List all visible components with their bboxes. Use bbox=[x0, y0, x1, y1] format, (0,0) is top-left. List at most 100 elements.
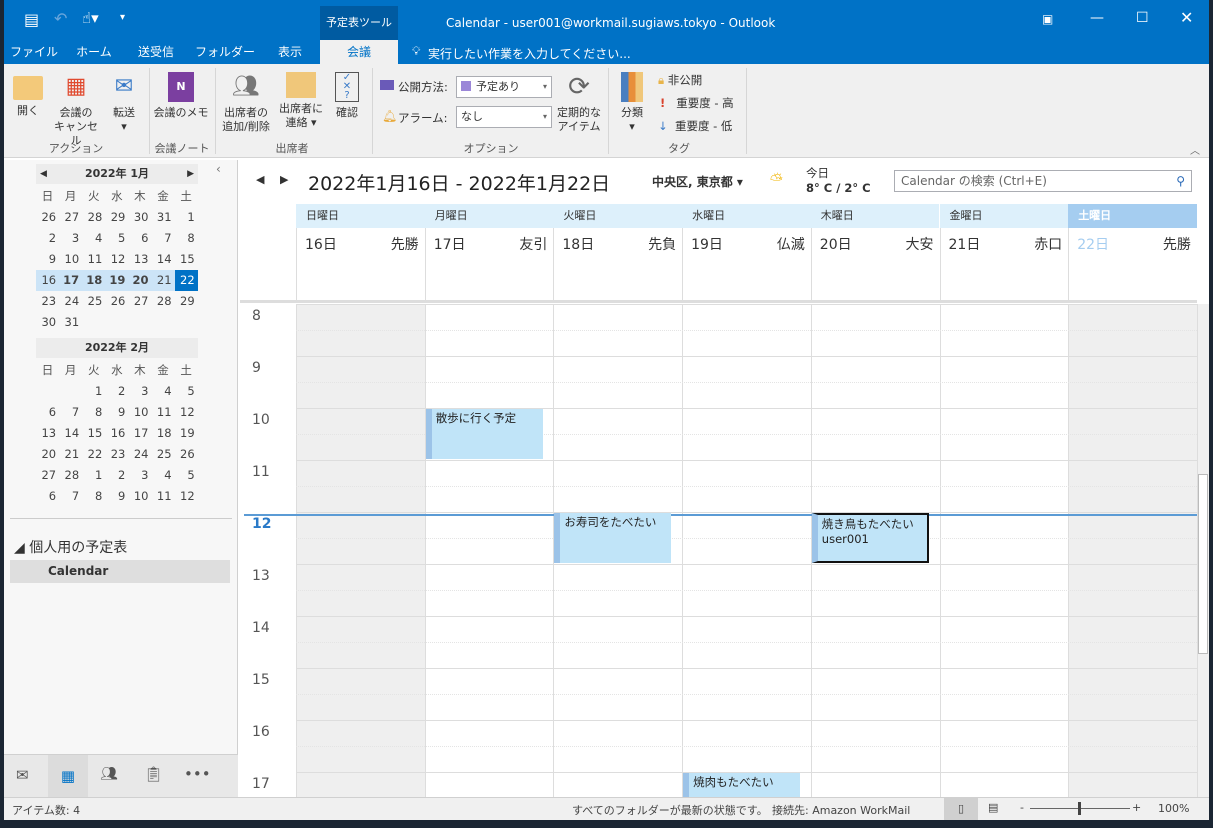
mini-calendar-day[interactable]: 1 bbox=[82, 381, 105, 402]
reading-view-icon[interactable]: ▤ bbox=[988, 801, 998, 814]
mini-calendar-day[interactable]: 26 bbox=[175, 444, 198, 465]
next-week-button[interactable]: ▶ bbox=[280, 173, 288, 186]
scrollbar-thumb[interactable] bbox=[1198, 474, 1208, 654]
mini-calendar-day[interactable]: 18 bbox=[151, 423, 174, 444]
mail-icon[interactable]: ✉ bbox=[16, 766, 29, 784]
mini-calendar-day[interactable]: 15 bbox=[82, 423, 105, 444]
mini-calendar-day[interactable]: 30 bbox=[36, 312, 59, 333]
mini-calendar-day[interactable]: 4 bbox=[151, 465, 174, 486]
check-names-button[interactable]: ✓ ✕? 確認 bbox=[330, 72, 364, 120]
tab-send-receive[interactable]: 送受信 bbox=[126, 40, 186, 64]
low-importance-button[interactable]: ↓ 重要度 - 低 bbox=[658, 118, 732, 134]
forward-button[interactable]: ✉ 転送 ▾ bbox=[106, 72, 142, 134]
mini-calendar-day[interactable]: 5 bbox=[175, 465, 198, 486]
mini-calendar-day[interactable]: 8 bbox=[82, 486, 105, 507]
mini-calendar-day[interactable]: 9 bbox=[105, 486, 128, 507]
undo-icon[interactable]: ↶ bbox=[54, 9, 67, 28]
categorize-button[interactable]: 分類 ▾ bbox=[614, 72, 650, 134]
collapse-pane-icon[interactable]: ‹ bbox=[216, 162, 221, 176]
app-menu-icon[interactable]: ▤ bbox=[24, 10, 39, 29]
tasks-icon[interactable]: 📋︎ bbox=[144, 765, 163, 783]
mini-calendar-day[interactable]: 8 bbox=[175, 228, 198, 249]
mini-calendar-day[interactable]: 10 bbox=[59, 249, 82, 270]
mini-calendar-day[interactable]: 6 bbox=[36, 486, 59, 507]
mini-calendar-day[interactable]: 2 bbox=[105, 381, 128, 402]
collapse-ribbon-icon[interactable]: ︿ bbox=[1190, 142, 1200, 157]
tab-meeting[interactable]: 会議 bbox=[320, 40, 398, 64]
mini-calendar-day[interactable]: 22 bbox=[82, 444, 105, 465]
mini-calendar-day[interactable]: 14 bbox=[59, 423, 82, 444]
add-remove-attendees-button[interactable]: 👥︎ 出席者の 追加/削除 bbox=[218, 72, 274, 134]
calendar-event[interactable]: 焼肉もたべたい bbox=[683, 773, 801, 798]
mini-calendar-day[interactable]: 31 bbox=[59, 312, 82, 333]
tab-home[interactable]: ホーム bbox=[66, 40, 122, 64]
mini-calendar-day[interactable]: 3 bbox=[128, 465, 151, 486]
mini-calendar-day[interactable]: 10 bbox=[128, 486, 151, 507]
mini-calendar-day[interactable]: 25 bbox=[82, 291, 105, 312]
high-importance-button[interactable]: ! 重要度 - 高 bbox=[660, 95, 734, 111]
calendar-event[interactable]: お寿司をたべたい bbox=[554, 513, 672, 563]
people-icon[interactable]: 👥︎ bbox=[100, 766, 118, 782]
day-header-cell[interactable]: 18日 先負 bbox=[553, 228, 682, 300]
mini-calendar-day[interactable]: 10 bbox=[128, 402, 151, 423]
day-header-cell[interactable]: 16日 先勝 bbox=[296, 228, 425, 300]
mini-calendar-day[interactable]: 12 bbox=[175, 486, 198, 507]
mini-calendar-day[interactable]: 8 bbox=[82, 402, 105, 423]
mini-calendar-day[interactable]: 16 bbox=[36, 270, 60, 291]
calendar-event[interactable]: 焼き鳥もたべたい user001 bbox=[811, 513, 929, 563]
touch-mode-icon[interactable]: ☝▾ bbox=[82, 9, 99, 27]
mini-calendar-day[interactable]: 15 bbox=[175, 249, 198, 270]
mini-calendar-day[interactable]: 12 bbox=[105, 249, 128, 270]
zoom-out-button[interactable]: - bbox=[1020, 801, 1024, 814]
prev-month-icon[interactable]: ◀ bbox=[40, 164, 47, 184]
mini-calendar-day[interactable]: 11 bbox=[151, 402, 174, 423]
mini-calendar-day[interactable]: 25 bbox=[151, 444, 174, 465]
mini-calendar-day[interactable]: 5 bbox=[175, 381, 198, 402]
contact-attendees-button[interactable]: 出席者に 連絡 ▾ bbox=[276, 72, 326, 130]
private-button[interactable]: 🔒︎ 非公開 bbox=[658, 72, 702, 88]
mini-calendar-day[interactable]: 9 bbox=[105, 402, 128, 423]
folder-calendar[interactable]: Calendar bbox=[10, 560, 230, 583]
ribbon-display-icon[interactable]: ▣ bbox=[1042, 12, 1053, 26]
mini-calendar-day[interactable]: 13 bbox=[36, 423, 59, 444]
recurrence-button[interactable]: ⟳ 定期的な アイテム bbox=[554, 72, 604, 134]
mini-calendar-day[interactable]: 4 bbox=[82, 228, 105, 249]
mini-calendar-day[interactable]: 14 bbox=[151, 249, 174, 270]
meeting-notes-button[interactable]: N 会議のメモ bbox=[152, 72, 210, 120]
mini-calendar-day[interactable]: 26 bbox=[105, 291, 128, 312]
mini-calendar-day[interactable]: 22 bbox=[174, 270, 198, 291]
mini-calendar-day[interactable]: 28 bbox=[59, 465, 82, 486]
mini-calendar-day[interactable]: 3 bbox=[128, 381, 151, 402]
more-icon[interactable]: ••• bbox=[184, 765, 211, 783]
mini-calendar-day[interactable]: 20 bbox=[36, 444, 59, 465]
mini-calendar-day[interactable]: 7 bbox=[59, 486, 82, 507]
mini-calendar-day[interactable]: 27 bbox=[59, 207, 82, 228]
mini-calendar-day[interactable]: 1 bbox=[175, 207, 198, 228]
close-button[interactable]: ✕ bbox=[1180, 8, 1193, 27]
mini-calendar-day[interactable]: 20 bbox=[128, 270, 152, 291]
mini-calendar-day[interactable]: 23 bbox=[105, 444, 128, 465]
mini-calendar-day[interactable]: 6 bbox=[128, 228, 151, 249]
day-column[interactable] bbox=[1068, 304, 1197, 797]
mini-calendar-day[interactable]: 17 bbox=[59, 270, 83, 291]
maximize-button[interactable]: ☐ bbox=[1136, 10, 1149, 26]
search-icon[interactable]: ⚲ bbox=[1176, 171, 1185, 191]
mini-calendar-day[interactable]: 3 bbox=[59, 228, 82, 249]
mini-calendar-day[interactable]: 6 bbox=[36, 402, 59, 423]
reminder-select[interactable]: なし ▾ bbox=[456, 106, 552, 128]
previous-week-button[interactable]: ◀ bbox=[256, 173, 264, 186]
tell-me-input[interactable]: 実行したい作業を入力してください... bbox=[428, 45, 631, 62]
minimize-button[interactable]: — bbox=[1090, 10, 1104, 26]
mini-calendar-day[interactable]: 26 bbox=[36, 207, 59, 228]
mini-calendar-day[interactable]: 12 bbox=[175, 402, 198, 423]
mini-calendar-day[interactable]: 28 bbox=[151, 291, 174, 312]
day-column[interactable] bbox=[296, 304, 425, 797]
mini-calendar-day[interactable]: 11 bbox=[151, 486, 174, 507]
mini-calendar-day[interactable]: 5 bbox=[105, 228, 128, 249]
day-header-cell[interactable]: 22日 先勝 bbox=[1068, 228, 1197, 300]
tab-view[interactable]: 表示 bbox=[262, 40, 318, 64]
cancel-meeting-button[interactable]: ▦ 会議の キャンセル bbox=[50, 72, 102, 148]
mini-calendar-day[interactable]: 21 bbox=[151, 270, 175, 291]
day-column[interactable] bbox=[682, 304, 811, 797]
next-month-icon[interactable]: ▶ bbox=[187, 164, 194, 184]
